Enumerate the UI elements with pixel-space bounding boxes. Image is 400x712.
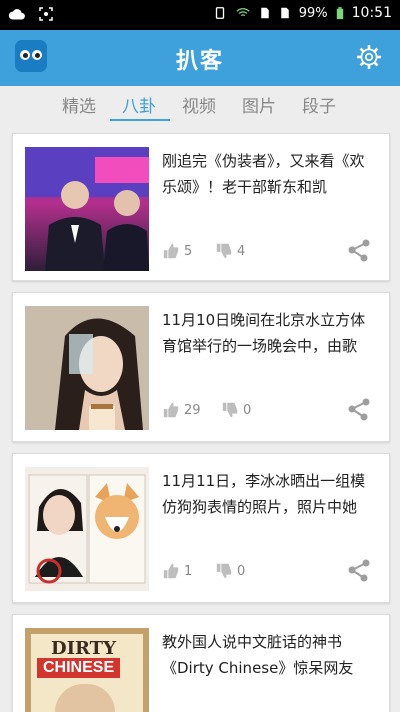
app-title: 扒客 (175, 49, 224, 74)
news-card[interactable]: 刚追完《伪装者》，又来看《欢乐颂》！老干部靳东和凯 5 4 (12, 133, 390, 281)
news-title: 11月11日，李冰冰晒出一组模仿狗狗表情的照片，照片中她 (162, 472, 366, 516)
app-bar: 扒客 (0, 30, 400, 86)
thumbs-up-icon (163, 563, 179, 579)
news-title: 教外国人说中文脏话的神书《Dirty Chinese》惊呆网友 (162, 633, 354, 677)
share-icon[interactable] (347, 238, 371, 262)
like-button[interactable]: 1 (162, 562, 192, 580)
news-thumbnail (25, 467, 149, 591)
tab-gossip[interactable]: 八卦 (122, 92, 156, 117)
vibrate-icon (215, 7, 224, 19)
tab-featured[interactable]: 精选 (62, 92, 96, 117)
tab-pictures[interactable]: 图片 (242, 92, 276, 117)
status-bar: 99% 10:51 (0, 0, 400, 30)
thumbs-up-icon (163, 243, 179, 259)
battery-icon (336, 6, 343, 19)
sim-icon (260, 7, 269, 19)
book-cover-subtitle: CHINESE (37, 658, 121, 678)
news-card[interactable]: 11月10日晚间在北京水立方体育馆举行的一场晚会中，由歌 29 0 (12, 292, 390, 442)
dislike-count: 4 (237, 243, 246, 259)
thumbs-up-icon (163, 402, 179, 418)
like-count: 29 (184, 402, 201, 418)
settings-gear-icon[interactable] (356, 44, 382, 70)
news-thumbnail (25, 306, 149, 430)
thumbs-down-icon (222, 402, 238, 418)
tab-video[interactable]: 视频 (182, 92, 216, 117)
dislike-count: 0 (237, 563, 246, 579)
like-button[interactable]: 29 (162, 401, 201, 419)
news-thumbnail: DIRTY CHINESE (25, 628, 149, 712)
dislike-button[interactable]: 0 (221, 401, 251, 419)
like-button[interactable]: 5 (162, 242, 192, 260)
news-card[interactable]: DIRTY CHINESE 教外国人说中文脏话的神书《Dirty Chinese… (12, 614, 390, 712)
cloud-icon (8, 9, 25, 20)
share-icon[interactable] (347, 397, 371, 421)
news-title: 刚追完《伪装者》，又来看《欢乐颂》！老干部靳东和凯 (162, 152, 365, 196)
battery-percent: 99% (298, 5, 328, 21)
news-thumbnail (25, 147, 149, 271)
clock: 10:51 (351, 5, 392, 21)
share-icon[interactable] (347, 558, 371, 582)
tab-jokes[interactable]: 段子 (302, 92, 336, 117)
screenshot-icon (39, 7, 53, 21)
like-count: 1 (184, 563, 193, 579)
wifi-icon (236, 8, 250, 17)
dislike-button[interactable]: 4 (215, 242, 245, 260)
active-tab-indicator (110, 119, 170, 121)
thumbs-down-icon (216, 563, 232, 579)
sim2-icon (280, 7, 289, 19)
category-tabs: 精选 八卦 视频 图片 段子 (0, 86, 400, 122)
like-count: 5 (184, 243, 193, 259)
dislike-count: 0 (243, 402, 252, 418)
thumbs-down-icon (216, 243, 232, 259)
book-cover-title: DIRTY (51, 638, 116, 659)
news-title: 11月10日晚间在北京水立方体育馆举行的一场晚会中，由歌 (162, 311, 366, 355)
news-card[interactable]: 11月11日，李冰冰晒出一组模仿狗狗表情的照片，照片中她 1 0 (12, 453, 390, 603)
dislike-button[interactable]: 0 (215, 562, 245, 580)
